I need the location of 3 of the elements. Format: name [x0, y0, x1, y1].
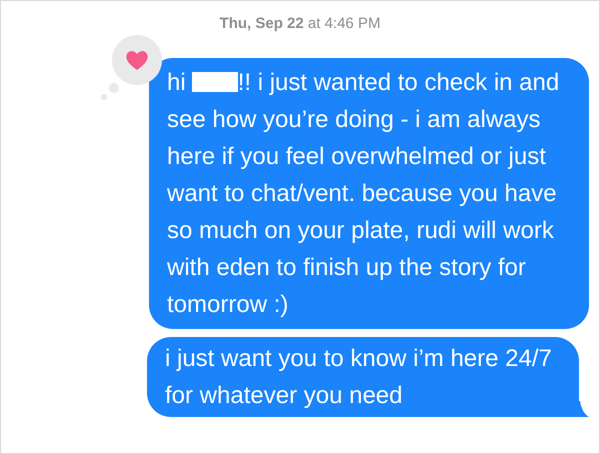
timestamp: Thu, Sep 22 at 4:46 PM [220, 14, 380, 34]
message-text: i just want you to know i’m here 24/7 for whatever you need [165, 344, 553, 411]
message-text: hi !! i just wanted to check in and see how you’re doing - i am always here if you feel overwhelmed or just want to chat/vent. because you have so much on your plate, rudi will work with eden to finish up the story for tomorrow :) [167, 68, 560, 320]
